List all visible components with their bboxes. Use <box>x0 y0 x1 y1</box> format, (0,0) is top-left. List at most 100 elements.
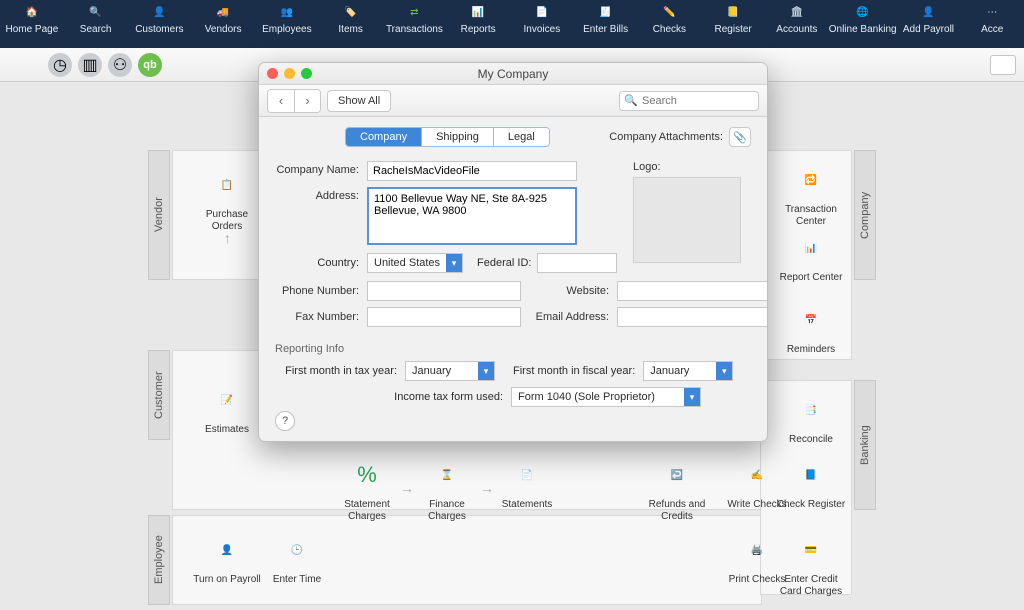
income-tax-form-select[interactable]: Form 1040 (Sole Proprietor) ▾ <box>511 387 701 407</box>
globe-icon: 🌐 <box>853 2 873 22</box>
home-icon: 🏠 <box>22 2 42 22</box>
toolbar-vendors[interactable]: 🚚Vendors <box>191 2 255 46</box>
wf-purchase-orders[interactable]: 📋 Purchase Orders <box>192 165 262 232</box>
tab-bar: Company Shipping Legal <box>345 127 550 147</box>
purchase-orders-icon: 📋 <box>207 165 247 205</box>
toolbar-search[interactable]: 🔍Search <box>64 2 128 46</box>
federal-id-input[interactable] <box>537 253 617 273</box>
toolbar-add-payroll[interactable]: 👤Add Payroll <box>897 2 961 46</box>
logo-dropzone[interactable] <box>633 177 741 263</box>
sub-icon-1[interactable]: ◷ <box>48 53 72 77</box>
window-body: Company Shipping Legal Company Attachmen… <box>259 117 767 441</box>
attachments-button[interactable]: 📎 <box>729 127 751 147</box>
toolbar-home[interactable]: 🏠Home Page <box>0 2 64 46</box>
payroll-icon: 👤 <box>918 2 938 22</box>
main-toolbar: 🏠Home Page 🔍Search 👤Customers 🚚Vendors 👥… <box>0 0 1024 48</box>
company-name-input[interactable] <box>367 161 577 181</box>
address-label: Address: <box>275 187 367 202</box>
contact-columns: Phone Number: Fax Number: Website: Email… <box>275 281 751 333</box>
attachments-row: Company Attachments: 📎 <box>609 127 751 147</box>
statement-charges-icon: % <box>347 455 387 495</box>
paperclip-icon: 📎 <box>733 131 747 144</box>
toolbar-employees[interactable]: 👥Employees <box>255 2 319 46</box>
tab-legal[interactable]: Legal <box>493 128 549 146</box>
invoice-icon: 📄 <box>532 2 552 22</box>
wf-reconcile[interactable]: 📑 Reconcile <box>776 390 846 446</box>
toolbar-items[interactable]: 🏷️Items <box>319 2 383 46</box>
toolbar-register[interactable]: 📒Register <box>701 2 765 46</box>
help-button[interactable]: ? <box>275 411 295 431</box>
logo-label: Logo: <box>633 161 743 173</box>
wf-report-center[interactable]: 📊 Report Center <box>776 228 846 284</box>
search-input[interactable] <box>619 91 759 111</box>
show-all-button[interactable]: Show All <box>327 90 391 112</box>
federal-id-label: Federal ID: <box>477 257 537 269</box>
website-label: Website: <box>533 285 617 297</box>
toolbar-invoices[interactable]: 📄Invoices <box>510 2 574 46</box>
wf-statement-charges[interactable]: % Statement Charges <box>332 455 402 522</box>
toolbar-enter-bills[interactable]: 🧾Enter Bills <box>574 2 638 46</box>
toolbar-online-banking[interactable]: 🌐Online Banking <box>829 2 897 46</box>
address-textarea[interactable]: 1100 Bellevue Way NE, Ste 8A-925 Bellevu… <box>367 187 577 245</box>
magnifier-icon: 🔍 <box>624 94 638 107</box>
clock-icon: ◷ <box>53 55 67 75</box>
side-label-company: Company <box>854 150 876 280</box>
wf-refunds[interactable]: ↩️ Refunds and Credits <box>642 455 712 522</box>
clock-icon: 🕒 <box>277 530 317 570</box>
refunds-icon: ↩️ <box>657 455 697 495</box>
pencil-icon: ✏️ <box>659 2 679 22</box>
website-input[interactable] <box>617 281 767 301</box>
phone-input[interactable] <box>367 281 521 301</box>
first-fiscal-label: First month in fiscal year: <box>513 365 643 377</box>
people-icon: ⚇ <box>113 55 127 75</box>
window-titlebar[interactable]: My Company <box>259 63 767 85</box>
reminders-icon: 📅 <box>791 300 831 340</box>
phone-label: Phone Number: <box>275 285 367 297</box>
sub-icon-2[interactable]: ▥ <box>78 53 102 77</box>
toolbar-reports[interactable]: 📊Reports <box>446 2 510 46</box>
wf-reminders[interactable]: 📅 Reminders <box>776 300 846 356</box>
wf-enter-time[interactable]: 🕒 Enter Time <box>262 530 332 586</box>
wf-statements[interactable]: 📄 Statements <box>492 455 562 511</box>
bars-icon: ▥ <box>82 55 97 75</box>
wf-enter-cc[interactable]: 💳 Enter Credit Card Charges <box>776 530 846 597</box>
wf-check-register[interactable]: 📘 Check Register <box>776 455 846 511</box>
minimize-icon[interactable] <box>284 68 295 79</box>
fax-input[interactable] <box>367 307 521 327</box>
first-tax-select[interactable]: January ▾ <box>405 361 495 381</box>
country-select[interactable]: United States ▾ <box>367 253 463 273</box>
attachments-label: Company Attachments: <box>609 131 723 143</box>
chevron-down-icon: ▾ <box>478 362 494 380</box>
reporting-heading: Reporting Info <box>275 343 751 355</box>
income-tax-form-label: Income tax form used: <box>275 391 511 403</box>
nav-forward-button[interactable]: › <box>294 90 320 112</box>
search-icon: 🔍 <box>86 2 106 22</box>
zoom-icon[interactable] <box>301 68 312 79</box>
chevron-down-icon: ▾ <box>716 362 732 380</box>
wf-turn-on-payroll[interactable]: 👤 Turn on Payroll <box>192 530 262 586</box>
credit-card-icon: 💳 <box>791 530 831 570</box>
nav-back-forward: ‹ › <box>267 89 321 113</box>
wf-transaction-center[interactable]: 🔁 Transaction Center <box>776 160 846 227</box>
toolbar-transactions[interactable]: ⇄Transactions <box>383 2 447 46</box>
wf-finance-charges[interactable]: ⌛ Finance Charges <box>412 455 482 522</box>
traffic-lights <box>267 68 312 79</box>
sub-icon-3[interactable]: ⚇ <box>108 53 132 77</box>
email-input[interactable] <box>617 307 767 327</box>
tab-shipping[interactable]: Shipping <box>421 128 493 146</box>
my-company-window: My Company ‹ › Show All 🔍 Company Shippi… <box>258 62 768 442</box>
payroll-on-icon: 👤 <box>207 530 247 570</box>
toolbar-more[interactable]: ⋯Acce <box>960 2 1024 46</box>
toolbar-customers[interactable]: 👤Customers <box>128 2 192 46</box>
close-icon[interactable] <box>267 68 278 79</box>
nav-back-button[interactable]: ‹ <box>268 90 294 112</box>
toolbar-accounts[interactable]: 🏛️Accounts <box>765 2 829 46</box>
toolbar-checks[interactable]: ✏️Checks <box>638 2 702 46</box>
tab-company[interactable]: Company <box>346 128 421 146</box>
chevron-down-icon: ▾ <box>446 254 462 272</box>
sub-icon-qb[interactable]: qb <box>138 53 162 77</box>
finance-charges-icon: ⌛ <box>427 455 467 495</box>
sub-right-button[interactable] <box>990 55 1016 75</box>
first-fiscal-select[interactable]: January ▾ <box>643 361 733 381</box>
wf-estimates[interactable]: 📝 Estimates <box>192 380 262 436</box>
